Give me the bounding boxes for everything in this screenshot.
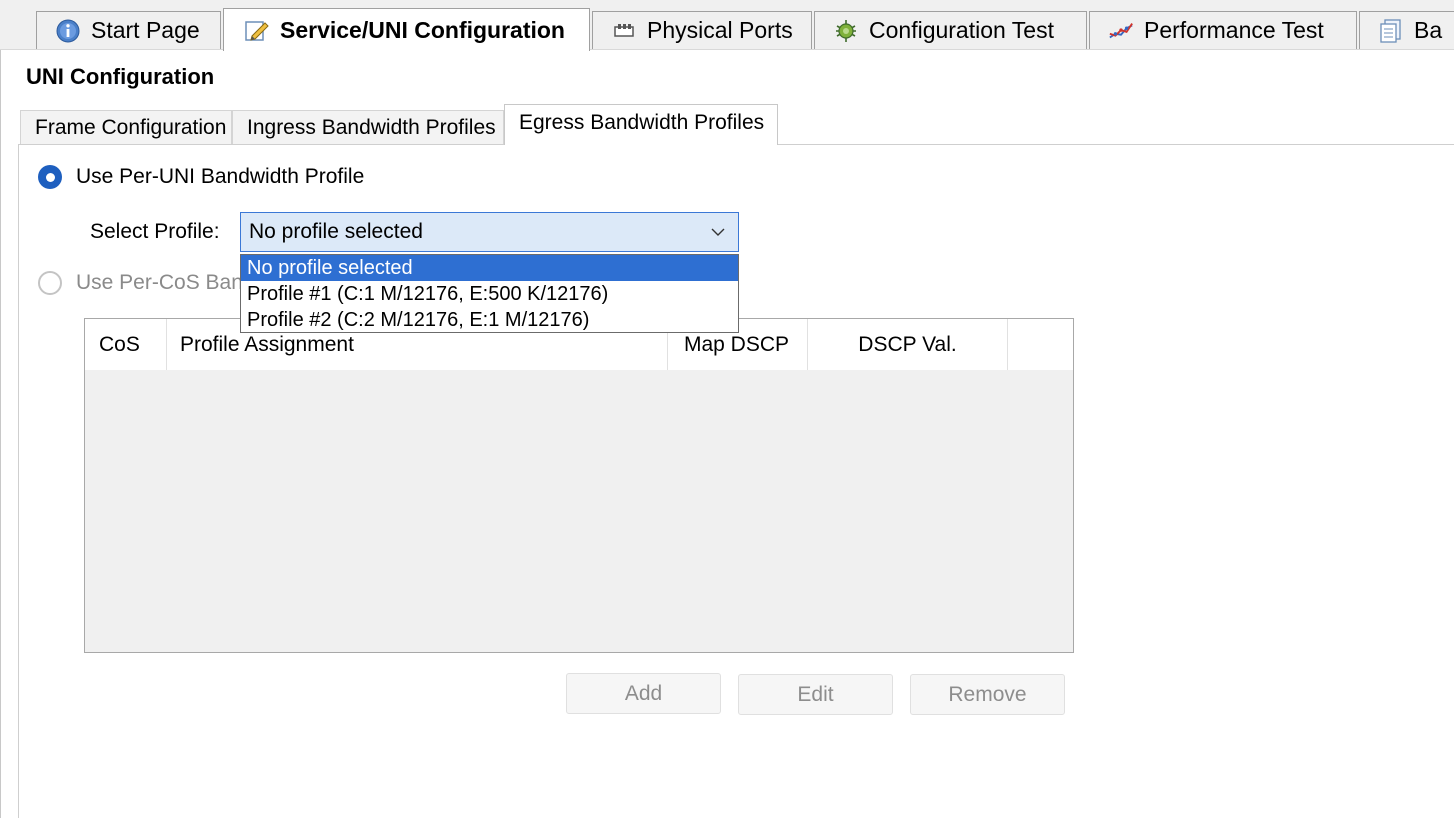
per-cos-label: Use Per-CoS Ban [76, 271, 243, 294]
info-icon [55, 18, 81, 44]
tab-report-truncated[interactable]: Ba [1359, 11, 1454, 49]
profile-dropdown-list: No profile selected Profile #1 (C:1 M/12… [240, 254, 739, 333]
select-profile-label: Select Profile: [90, 220, 220, 243]
column-header-label: Profile Assignment [180, 332, 354, 356]
per-uni-radio[interactable] [38, 165, 62, 189]
remove-button[interactable]: Remove [910, 674, 1065, 715]
column-header-label: Map DSCP [684, 332, 790, 356]
edit-button[interactable]: Edit [738, 674, 893, 715]
tab-label: Physical Ports [647, 17, 793, 43]
dropdown-option[interactable]: No profile selected [241, 255, 738, 281]
line-chart-icon [1108, 18, 1134, 44]
dropdown-option[interactable]: Profile #1 (C:1 M/12176, E:500 K/12176) [241, 281, 738, 307]
pencil-icon [244, 17, 270, 43]
tab-label: Service/UNI Configuration [280, 16, 565, 43]
chevron-down-icon [708, 221, 728, 243]
subtab-label: Frame Configuration [35, 116, 227, 139]
column-header-label: DSCP Val. [858, 332, 957, 356]
cos-profile-table[interactable]: CoS Profile Assignment Map DSCP DSCP Val… [84, 318, 1074, 653]
tab-start-page[interactable]: Start Page [36, 11, 221, 49]
subtab-label: Ingress Bandwidth Profiles [247, 116, 496, 139]
column-header-dscp-val[interactable]: DSCP Val. [808, 319, 1008, 370]
tab-label: Ba [1414, 17, 1443, 43]
subtab-egress-bandwidth-profiles[interactable]: Egress Bandwidth Profiles [504, 104, 778, 145]
tab-strip-divider [0, 49, 1454, 50]
bug-icon [833, 18, 859, 44]
dropdown-option[interactable]: Profile #2 (C:2 M/12176, E:1 M/12176) [241, 307, 738, 333]
select-profile-value: No profile selected [249, 220, 423, 243]
column-header-cos[interactable]: CoS [85, 319, 167, 370]
tab-label: Start Page [91, 17, 200, 43]
panel-left-border [18, 145, 19, 818]
column-header-label: CoS [99, 332, 140, 356]
page-title: UNI Configuration [26, 64, 215, 89]
subtab-ingress-bandwidth-profiles[interactable]: Ingress Bandwidth Profiles [232, 110, 504, 145]
per-cos-radio[interactable] [38, 271, 62, 295]
select-profile-dropdown[interactable]: No profile selected [240, 212, 739, 252]
subtab-label: Egress Bandwidth Profiles [519, 111, 765, 134]
add-button[interactable]: Add [566, 673, 721, 714]
tab-label: Performance Test [1144, 17, 1324, 43]
per-uni-label: Use Per-UNI Bandwidth Profile [76, 165, 365, 188]
tab-label: Configuration Test [869, 17, 1054, 43]
report-icon [1378, 18, 1404, 44]
subtab-frame-configuration[interactable]: Frame Configuration [20, 110, 232, 145]
main-tab-strip: Start Page Service/UNI Configuration Phy… [0, 0, 1454, 51]
per-cos-option[interactable]: Use Per-CoS Ban [38, 271, 243, 295]
tab-configuration-test[interactable]: Configuration Test [814, 11, 1087, 49]
tab-service-uni-configuration[interactable]: Service/UNI Configuration [223, 8, 590, 51]
tab-physical-ports[interactable]: Physical Ports [592, 11, 812, 49]
tab-performance-test[interactable]: Performance Test [1089, 11, 1357, 49]
window-left-border [0, 50, 1, 818]
per-uni-option[interactable]: Use Per-UNI Bandwidth Profile [38, 165, 364, 189]
ports-icon [611, 18, 637, 44]
